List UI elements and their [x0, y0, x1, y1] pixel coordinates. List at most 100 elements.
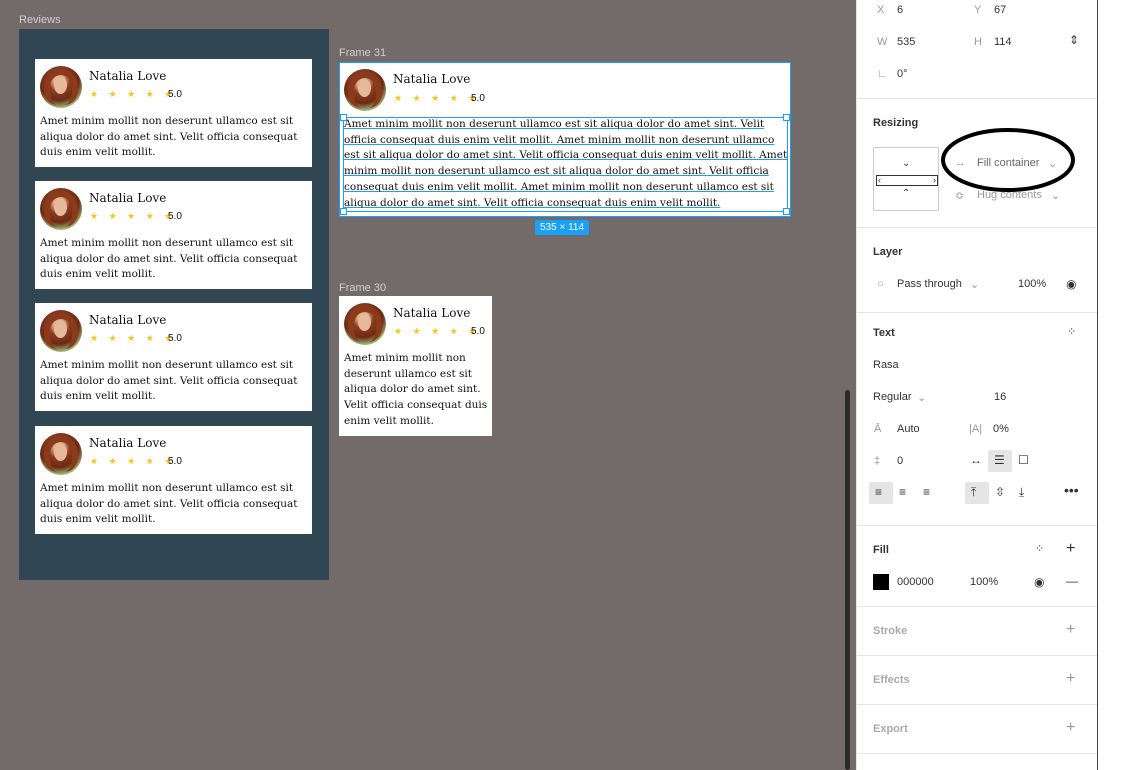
frame-30[interactable]: Natalia Love ★ ★ ★ ★ ★ 5.0 Amet minim mo… — [339, 296, 492, 436]
export-section: Export + — [857, 705, 1097, 754]
avatar — [344, 303, 386, 345]
resizing-section: Resizing ⌄ ‹ › ⌃ ↔ Fill container ⌄ ≎ Hug… — [857, 99, 1097, 228]
rotation-input[interactable]: 0° — [897, 68, 908, 80]
review-text: Amet minim mollit non deserunt ullamco e… — [40, 237, 298, 281]
frame31-label[interactable]: Frame 31 — [339, 47, 386, 59]
text-title: Text — [873, 327, 895, 339]
align-middle-icon[interactable]: ⇳ — [995, 486, 1005, 498]
letter-spacing-input[interactable]: 0% — [993, 423, 1009, 435]
blend-mode-select[interactable]: Pass through — [897, 278, 962, 290]
rating-value: 5.0 — [471, 93, 485, 104]
avatar — [344, 69, 386, 111]
add-effect-icon[interactable]: + — [1066, 671, 1075, 687]
avatar — [40, 310, 82, 352]
reviews-frame[interactable]: Natalia Love ★ ★ ★ ★ ★ 5.0 Amet minim mo… — [19, 29, 329, 580]
review-card[interactable]: Natalia Love ★ ★ ★ ★ ★ 5.0 Amet minim mo… — [35, 181, 312, 289]
align-top-icon: ⤒ — [971, 485, 977, 499]
rating-value: 5.0 — [168, 211, 182, 222]
design-canvas[interactable]: Reviews Natalia Love ★ ★ ★ ★ ★ 5.0 Amet … — [0, 0, 856, 770]
design-properties-panel: X 6 Y 67 W 535 H 114 ⇕ ∟ 0° Resizing ⌄ ‹… — [856, 0, 1098, 770]
add-fill-icon[interactable]: + — [1066, 541, 1075, 557]
rotation-icon: ∟ — [877, 68, 888, 80]
export-title: Export — [873, 723, 908, 735]
chevron-down-icon: ⌄ — [970, 279, 980, 291]
frame-31[interactable]: Natalia Love ★ ★ ★ ★ ★ 5.0 Amet minim mo… — [339, 62, 791, 217]
layer-title: Layer — [873, 246, 903, 258]
chevron-up-icon: ⌃ — [902, 188, 911, 199]
paragraph-spacing-input[interactable]: 0 — [897, 455, 903, 467]
h-label: H — [974, 36, 982, 48]
text-styles-icon[interactable]: ⁘ — [1067, 326, 1076, 338]
auto-height-icon: ☰ — [994, 453, 1005, 467]
add-export-icon[interactable]: + — [1066, 720, 1075, 736]
fill-opacity-input[interactable]: 100% — [970, 576, 998, 588]
align-left-icon: ≡ — [875, 485, 883, 499]
rating-value: 5.0 — [168, 333, 182, 344]
add-stroke-icon[interactable]: + — [1066, 622, 1075, 638]
y-label: Y — [974, 4, 982, 16]
resizing-title: Resizing — [873, 117, 919, 129]
more-options-icon[interactable]: ••• — [1064, 483, 1079, 497]
review-card[interactable]: Natalia Love ★ ★ ★ ★ ★ 5.0 Amet minim mo… — [35, 303, 312, 411]
reviewer-name: Natalia Love — [89, 313, 167, 327]
x-input[interactable]: 6 — [897, 4, 903, 16]
highlight-ellipse — [941, 128, 1075, 192]
resize-handle[interactable] — [340, 208, 347, 215]
review-card[interactable]: Natalia Love ★ ★ ★ ★ ★ 5.0 Amet minim mo… — [35, 59, 312, 167]
chevron-down-icon: ⌄ — [917, 392, 927, 404]
auto-width-icon[interactable]: ↔ — [970, 454, 982, 466]
canvas-scrollbar[interactable] — [845, 390, 850, 770]
font-size-input[interactable]: 16 — [994, 391, 1006, 403]
review-card[interactable]: Natalia Love ★ ★ ★ ★ ★ 5.0 Amet minim mo… — [35, 426, 312, 534]
review-text: Amet minim mollit non deserunt ullamco e… — [40, 359, 298, 403]
layer-section: Layer ○ Pass through ⌄ 100% ◉ — [857, 228, 1097, 313]
chevron-down-icon: ⌄ — [902, 158, 911, 169]
line-height-input[interactable]: Auto — [897, 423, 920, 435]
letter-spacing-icon: |A| — [969, 423, 983, 435]
h-input[interactable]: 114 — [994, 36, 1012, 48]
resizing-constraint-widget[interactable]: ⌄ ‹ › ⌃ — [873, 147, 939, 211]
resize-handle[interactable] — [340, 114, 347, 121]
fixed-size-icon[interactable]: ☐ — [1018, 454, 1029, 466]
fill-color-swatch[interactable] — [873, 574, 889, 590]
eye-icon[interactable]: ◉ — [1066, 278, 1076, 290]
layer-opacity-input[interactable]: 100% — [1018, 278, 1046, 290]
eye-icon[interactable]: ◉ — [1034, 576, 1044, 588]
star-rating-icons: ★ ★ ★ ★ ★ — [394, 326, 481, 336]
constrain-proportions-icon[interactable]: ⇕ — [1069, 34, 1079, 46]
font-family-select[interactable]: Rasa — [873, 359, 899, 371]
star-rating-icons: ★ ★ ★ ★ ★ — [394, 93, 481, 103]
effects-section: Effects + — [857, 656, 1097, 705]
fill-section: Fill ⁘ + 000000 100% ◉ — — [857, 526, 1097, 607]
fill-title: Fill — [873, 544, 889, 556]
rating-value: 5.0 — [471, 326, 485, 337]
stroke-section: Stroke + — [857, 607, 1097, 656]
w-label: W — [877, 36, 888, 48]
y-input[interactable]: 67 — [994, 4, 1006, 16]
remove-fill-icon[interactable]: — — [1066, 575, 1078, 587]
star-rating-icons: ★ ★ ★ ★ ★ — [90, 456, 177, 466]
x-label: X — [877, 4, 885, 16]
resize-handle[interactable] — [783, 114, 790, 121]
reviewer-name: Natalia Love — [89, 69, 167, 83]
reviews-frame-label[interactable]: Reviews — [19, 14, 61, 26]
w-input[interactable]: 535 — [897, 36, 915, 48]
font-weight-select[interactable]: Regular — [873, 391, 912, 403]
review-text: Amet minim mollit non deserunt ullamco e… — [40, 482, 298, 526]
position-section: X 6 Y 67 W 535 H 114 ⇕ ∟ 0° — [857, 0, 1097, 99]
review-text: Amet minim mollit non deserunt ullamco e… — [40, 115, 298, 159]
align-right-icon[interactable]: ≡ — [923, 486, 930, 498]
avatar — [40, 433, 82, 475]
review-long-text[interactable]: Amet minim mollit non deserunt ullamco e… — [344, 117, 788, 211]
align-center-icon[interactable]: ≡ — [899, 486, 906, 498]
align-bottom-icon[interactable]: ⤓ — [1019, 486, 1024, 498]
text-section: Text ⁘ Rasa Regular ⌄ 16 Ā Auto |A| 0% ‡… — [857, 313, 1097, 526]
fill-styles-icon[interactable]: ⁘ — [1035, 543, 1044, 555]
line-height-icon: Ā — [874, 423, 882, 435]
fill-hex-input[interactable]: 000000 — [897, 576, 934, 588]
frame30-label[interactable]: Frame 30 — [339, 282, 386, 294]
size-badge: 535 × 114 — [535, 220, 590, 235]
resize-handle[interactable] — [783, 208, 790, 215]
reviewer-name: Natalia Love — [393, 72, 471, 86]
align-top-button[interactable] — [965, 482, 989, 504]
